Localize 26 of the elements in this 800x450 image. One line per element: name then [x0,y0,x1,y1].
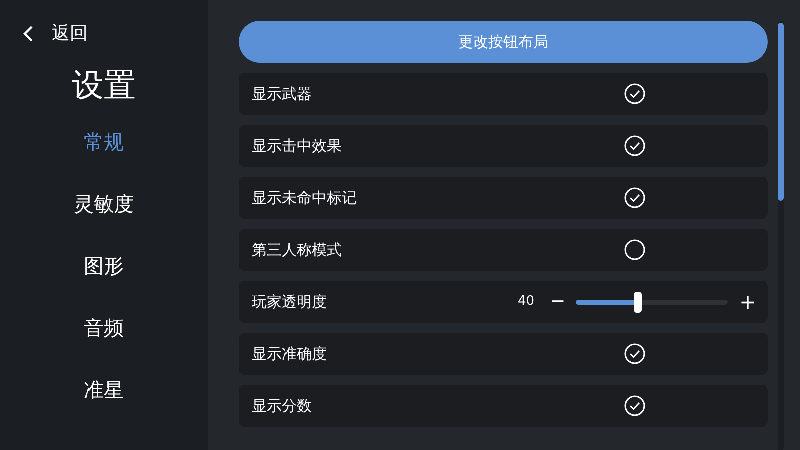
back-icon [22,24,34,42]
sidebar-item[interactable]: 灵敏度 [74,189,134,219]
setting-label: 显示准确度 [252,344,327,365]
setting-label: 显示武器 [252,84,312,105]
checked-circle-icon[interactable] [624,395,646,417]
setting-label: 第三人称模式 [252,240,342,261]
sidebar-item[interactable]: 图形 [84,251,124,281]
settings-title: 设置 [72,65,136,105]
decrease-button[interactable]: − [548,292,568,312]
sidebar-item[interactable]: 准星 [84,375,124,405]
sidebar-item[interactable]: 音频 [84,313,124,343]
setting-label: 玩家透明度 [252,292,327,313]
setting-label: 显示未命中标记 [252,188,357,209]
sidebar-item[interactable]: 常规 [84,127,124,157]
setting-label: 显示击中效果 [252,136,342,157]
checked-circle-icon[interactable] [624,187,646,209]
checked-circle-icon[interactable] [624,135,646,157]
slider-value: 40 [518,293,536,312]
setting-label: 显示分数 [252,396,312,417]
checked-circle-icon[interactable] [624,83,646,105]
checked-circle-icon[interactable] [624,343,646,365]
slider-thumb[interactable] [634,292,642,312]
increase-button[interactable]: + [738,292,758,312]
empty-circle-icon[interactable] [624,239,646,261]
back-button[interactable]: 返回 [22,20,88,47]
scrollbar-thumb[interactable] [778,23,784,201]
